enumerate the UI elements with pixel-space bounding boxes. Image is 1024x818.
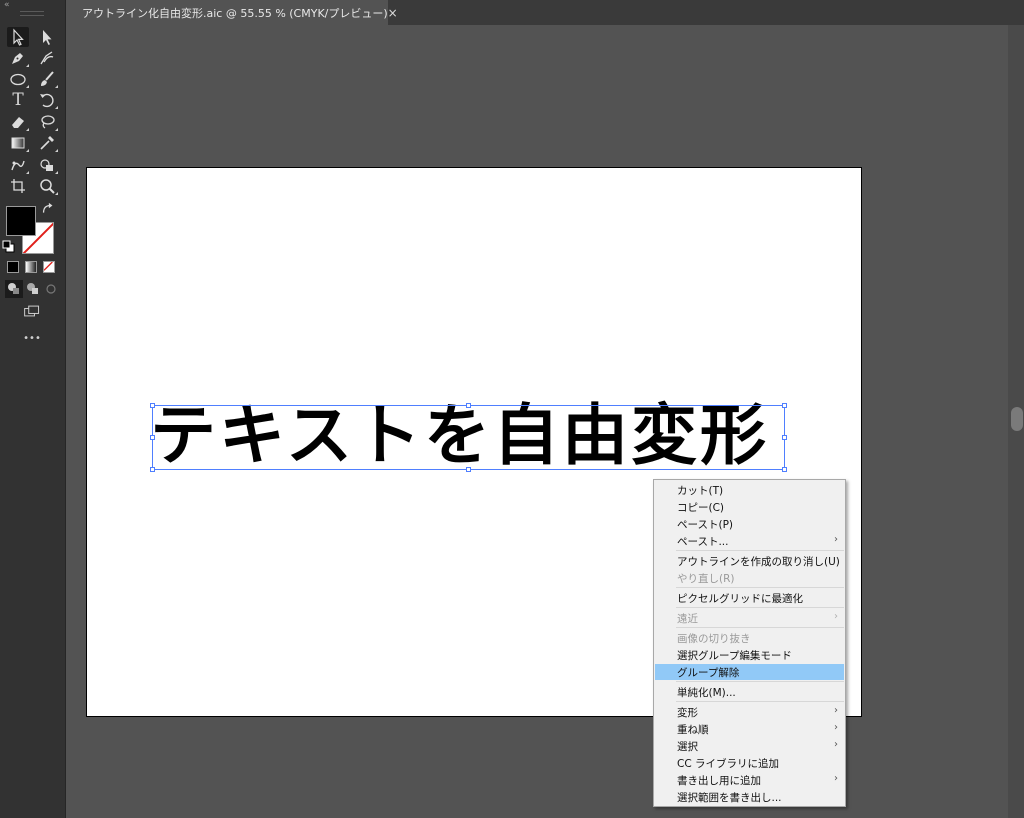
menu-item-undo-outline[interactable]: アウトラインを作成の取り消し(U) (655, 553, 844, 569)
selection-handle-bottom-center[interactable] (466, 467, 471, 472)
menu-item-copy[interactable]: コピー(C) (655, 499, 844, 515)
menu-item-ungroup[interactable]: グループ解除 (655, 664, 844, 680)
menu-separator (676, 681, 844, 682)
menu-item-label: コピー(C) (677, 501, 725, 514)
curvature-tool-icon[interactable] (36, 48, 58, 68)
artboard-tool-icon[interactable] (7, 176, 29, 196)
menu-item-label: 重ね順 (677, 723, 709, 736)
gradient-tool-icon[interactable] (7, 133, 29, 153)
document-title: アウトライン化自由変形.aic @ 55.55 % (CMYK/プレビュー) (82, 6, 388, 20)
menu-item-select[interactable]: 選択 › (655, 738, 844, 754)
selection-handle-middle-left[interactable] (150, 435, 155, 440)
pen-tool-icon[interactable] (7, 48, 29, 68)
selection-bounding-box[interactable] (152, 405, 785, 470)
menu-item-label: 変形 (677, 706, 698, 719)
menu-item-simplify[interactable]: 単純化(M)... (655, 684, 844, 700)
menu-item-label: 選択グループ編集モード (677, 649, 792, 662)
menu-item-pixel-grid[interactable]: ピクセルグリッドに最適化 (655, 590, 844, 606)
submenu-chevron-icon: › (834, 739, 838, 750)
panel-header[interactable]: « (0, 0, 65, 20)
default-fill-stroke-icon[interactable] (2, 240, 16, 254)
submenu-chevron-icon: › (834, 611, 838, 622)
none-mode-icon[interactable] (43, 261, 55, 273)
menu-item-redo: やり直し(R) (655, 570, 844, 586)
submenu-chevron-icon: › (834, 534, 838, 545)
selection-tool-icon[interactable] (7, 27, 29, 47)
selection-handle-top-center[interactable] (466, 403, 471, 408)
ellipse-tool-icon[interactable] (7, 69, 29, 89)
menu-item-add-to-cc-library[interactable]: CC ライブラリに追加 (655, 755, 844, 771)
document-tab[interactable]: アウトライン化自由変形.aic @ 55.55 % (CMYK/プレビュー) × (66, 0, 398, 25)
menu-item-label: ペースト(P) (677, 518, 733, 531)
draw-normal-icon[interactable] (5, 280, 23, 298)
direct-selection-tool-icon[interactable] (36, 27, 58, 47)
color-mode-icon[interactable] (7, 261, 19, 273)
menu-item-label: やり直し(R) (677, 572, 735, 585)
menu-item-label: ピクセルグリッドに最適化 (677, 592, 803, 605)
menu-item-label: 画像の切り抜き (677, 632, 751, 645)
document-tab-bar: アウトライン化自由変形.aic @ 55.55 % (CMYK/プレビュー) × (66, 0, 1024, 25)
close-tab-icon[interactable]: × (388, 6, 398, 20)
menu-item-label: CC ライブラリに追加 (677, 757, 780, 770)
menu-item-cut[interactable]: カット(T) (655, 482, 844, 498)
menu-item-label: 書き出し用に追加 (677, 774, 761, 787)
scrollbar-thumb[interactable] (1011, 407, 1023, 431)
fill-color-swatch[interactable] (6, 206, 36, 236)
zoom-tool-icon[interactable] (36, 176, 58, 196)
gradient-mode-icon[interactable] (25, 261, 37, 273)
menu-item-label: 単純化(M)... (677, 686, 736, 699)
panel-grip[interactable] (20, 11, 44, 16)
change-screen-mode-icon[interactable] (21, 302, 43, 320)
selection-handle-bottom-left[interactable] (150, 467, 155, 472)
menu-item-label: 選択 (677, 740, 698, 753)
menu-item-export-selection[interactable]: 選択範囲を書き出し... (655, 789, 844, 805)
menu-item-label: アウトラインを作成の取り消し(U) (677, 555, 840, 568)
selection-handle-top-right[interactable] (782, 403, 787, 408)
menu-separator (676, 607, 844, 608)
tools-panel: « T ••• (0, 0, 66, 818)
selection-handle-bottom-right[interactable] (782, 467, 787, 472)
selection-handle-top-left[interactable] (150, 403, 155, 408)
draw-behind-icon[interactable] (24, 280, 42, 298)
menu-item-label: 遠近 (677, 612, 698, 625)
type-tool-icon[interactable]: T (7, 90, 29, 110)
lasso-tool-icon[interactable] (36, 112, 58, 132)
draw-inside-icon[interactable] (42, 280, 60, 298)
shape-builder-tool-icon[interactable] (36, 155, 58, 175)
menu-item-label: グループ解除 (677, 666, 740, 679)
menu-item-label: カット(T) (677, 484, 724, 497)
menu-separator (676, 627, 844, 628)
eyedropper-tool-icon[interactable] (36, 133, 58, 153)
paintbrush-tool-icon[interactable] (36, 69, 58, 89)
menu-item-paste[interactable]: ペースト(P) (655, 516, 844, 532)
menu-separator (676, 550, 844, 551)
menu-item-perspective: 遠近 › (655, 610, 844, 626)
edit-toolbar-icon[interactable]: ••• (21, 331, 43, 345)
menu-item-transform[interactable]: 変形 › (655, 704, 844, 720)
rotate-tool-icon[interactable] (36, 90, 58, 110)
collapse-panel-icon[interactable]: « (4, 0, 10, 10)
swap-fill-stroke-icon[interactable] (40, 202, 56, 218)
menu-item-isolate-group[interactable]: 選択グループ編集モード (655, 647, 844, 663)
submenu-chevron-icon: › (834, 773, 838, 784)
selection-handle-middle-right[interactable] (782, 435, 787, 440)
menu-item-label: ペースト... (677, 535, 729, 548)
submenu-chevron-icon: › (834, 705, 838, 716)
menu-item-arrange[interactable]: 重ね順 › (655, 721, 844, 737)
menu-separator (676, 701, 844, 702)
menu-item-paste-special[interactable]: ペースト... › (655, 533, 844, 549)
menu-item-label: 選択範囲を書き出し... (677, 791, 782, 804)
submenu-chevron-icon: › (834, 722, 838, 733)
eraser-tool-icon[interactable] (7, 112, 29, 132)
puppet-warp-tool-icon[interactable] (7, 155, 29, 175)
context-menu: カット(T) コピー(C) ペースト(P) ペースト... › アウトラインを作成… (653, 479, 846, 807)
menu-item-add-to-export[interactable]: 書き出し用に追加 › (655, 772, 844, 788)
menu-item-crop-image: 画像の切り抜き (655, 630, 844, 646)
menu-separator (676, 587, 844, 588)
